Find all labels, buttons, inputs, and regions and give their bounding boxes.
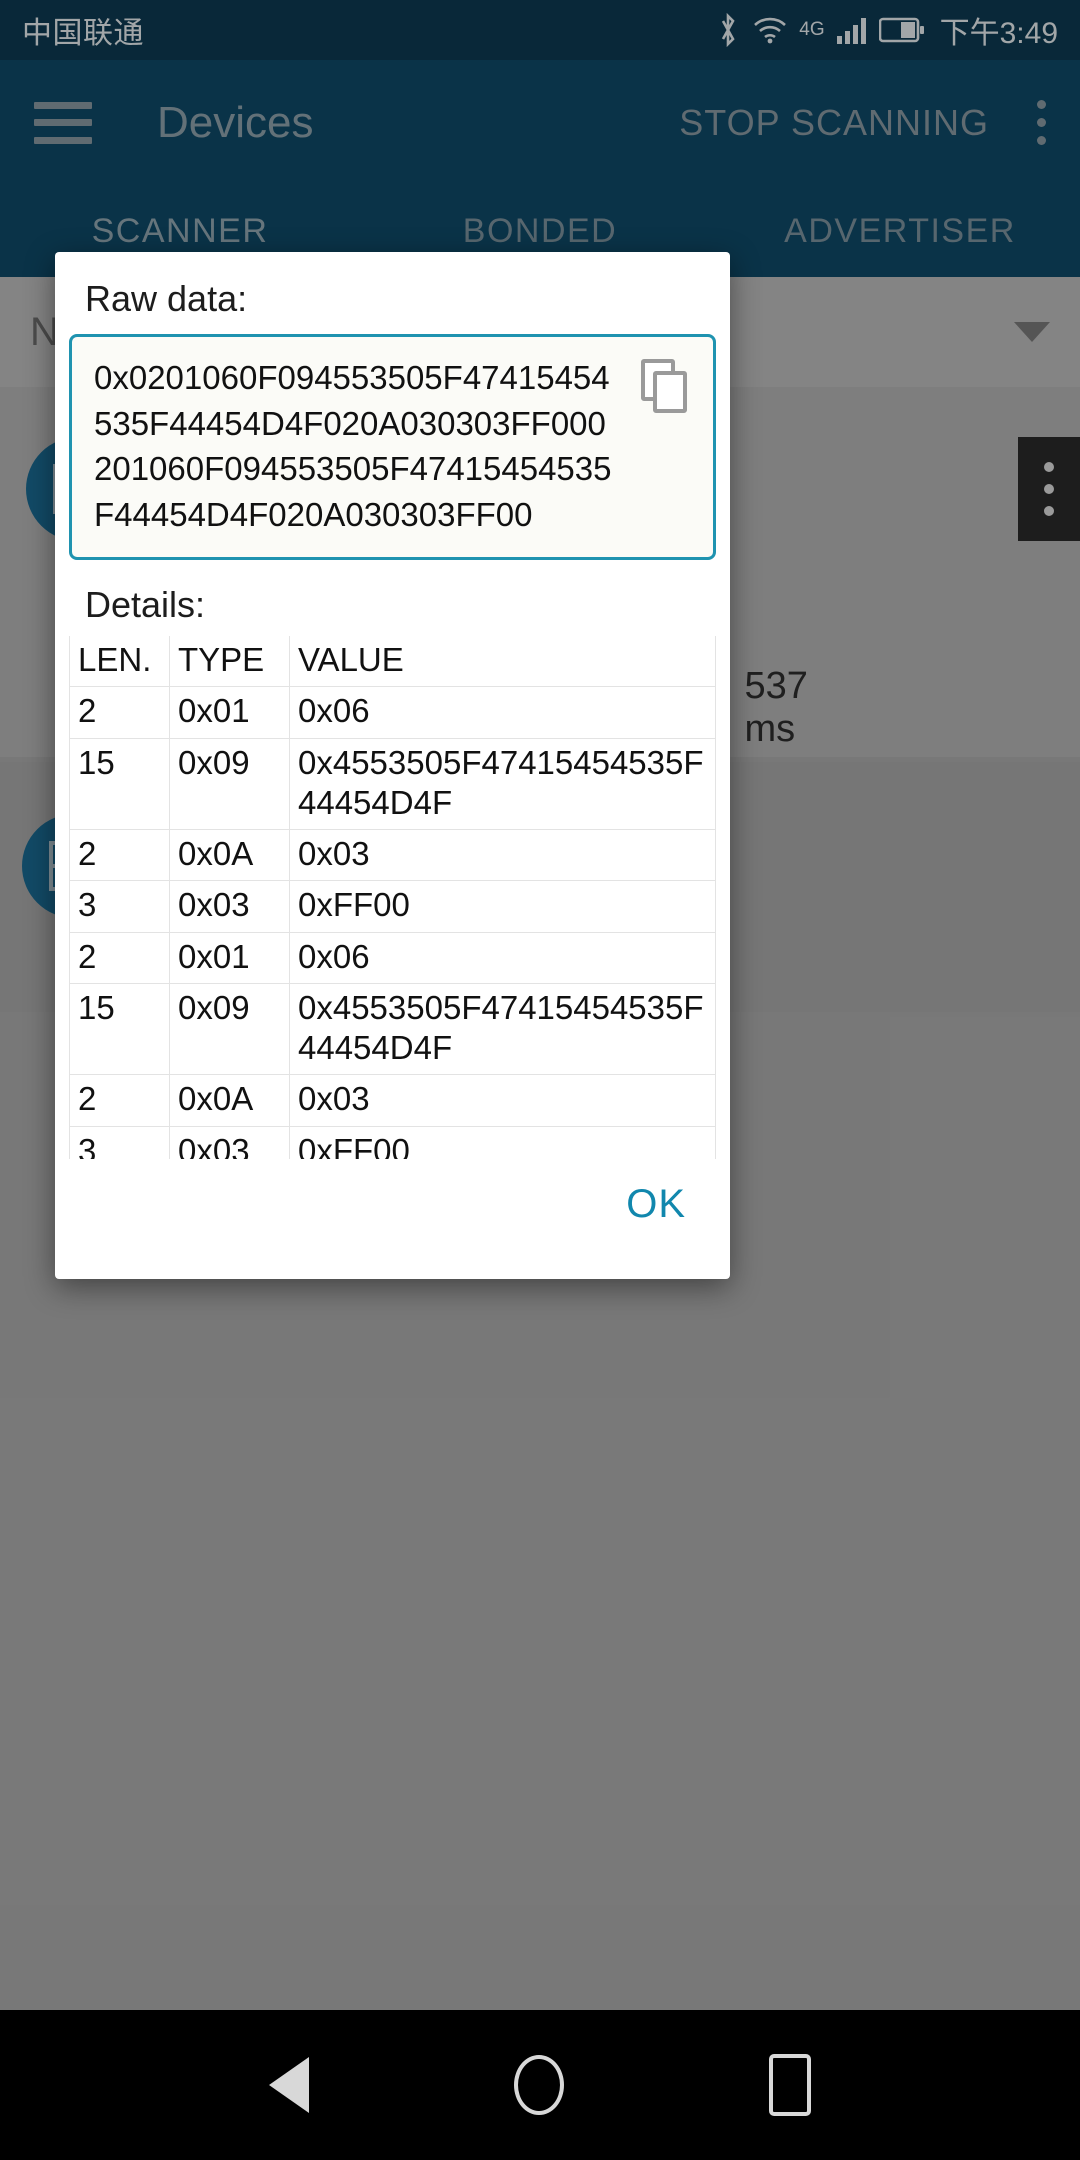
raw-data-label: Raw data: — [85, 278, 248, 319]
nav-back-icon[interactable] — [269, 2057, 309, 2113]
table-row: 2 0x0A 0x03 — [69, 1074, 716, 1127]
cell-len: 2 — [69, 931, 170, 984]
cell-len: 15 — [69, 737, 170, 831]
cell-value: 0x06 — [289, 931, 716, 984]
table-header-row: LEN. TYPE VALUE — [69, 636, 716, 688]
dialog-actions: OK — [55, 1159, 730, 1279]
cell-type: 0x09 — [169, 982, 290, 1076]
cell-type: 0x03 — [169, 880, 290, 933]
cell-len: 2 — [69, 829, 170, 882]
cell-value: 0x4553505F47415454535F44454D4F — [289, 982, 716, 1076]
column-header-value: VALUE — [289, 636, 716, 688]
table-row: 2 0x0A 0x03 — [69, 829, 716, 882]
cell-type: 0x03 — [169, 1125, 290, 1159]
cell-len: 3 — [69, 1125, 170, 1159]
cell-value: 0x4553505F47415454535F44454D4F — [289, 737, 716, 831]
cell-len: 3 — [69, 880, 170, 933]
table-row: 2 0x01 0x06 — [69, 931, 716, 984]
cell-type: 0x0A — [169, 829, 290, 882]
table-row: 2 0x01 0x06 — [69, 686, 716, 739]
details-table: LEN. TYPE VALUE 2 0x01 0x06 15 0x09 0x45… — [69, 636, 716, 1159]
cell-type: 0x0A — [169, 1074, 290, 1127]
dialog-body: Raw data: 0x0201060F094553505F4741545453… — [55, 252, 730, 1159]
cell-len: 2 — [69, 686, 170, 739]
cell-type: 0x01 — [169, 931, 290, 984]
raw-data-value: 0x0201060F094553505F47415454535F44454D4F… — [94, 359, 612, 533]
table-row: 15 0x09 0x4553505F47415454535F44454D4F — [69, 982, 716, 1076]
nav-recents-icon[interactable] — [769, 2054, 811, 2116]
table-row: 3 0x03 0xFF00 — [69, 880, 716, 933]
copy-icon[interactable] — [641, 359, 689, 415]
table-row: 3 0x03 0xFF00 — [69, 1125, 716, 1159]
raw-data-field[interactable]: 0x0201060F094553505F47415454535F44454D4F… — [69, 334, 716, 561]
cell-len: 15 — [69, 982, 170, 1076]
screen-root: 中国联通 4G 下午3:49 Devices STOP SCANNING SCA… — [0, 0, 1080, 2160]
table-row: 15 0x09 0x4553505F47415454535F44454D4F — [69, 737, 716, 831]
column-header-len: LEN. — [69, 636, 170, 688]
column-header-type: TYPE — [169, 636, 290, 688]
cell-type: 0x09 — [169, 737, 290, 831]
advertising-data-dialog: Raw data: 0x0201060F094553505F4741545453… — [55, 252, 730, 1279]
cell-value: 0x06 — [289, 686, 716, 739]
ok-button[interactable]: OK — [626, 1182, 686, 1227]
cell-value: 0xFF00 — [289, 880, 716, 933]
system-nav-bar — [0, 2010, 1080, 2160]
cell-len: 2 — [69, 1074, 170, 1127]
cell-value: 0x03 — [289, 1074, 716, 1127]
cell-value: 0x03 — [289, 829, 716, 882]
cell-value: 0xFF00 — [289, 1125, 716, 1159]
nav-home-icon[interactable] — [514, 2055, 564, 2115]
cell-type: 0x01 — [169, 686, 290, 739]
details-label: Details: — [85, 584, 206, 626]
